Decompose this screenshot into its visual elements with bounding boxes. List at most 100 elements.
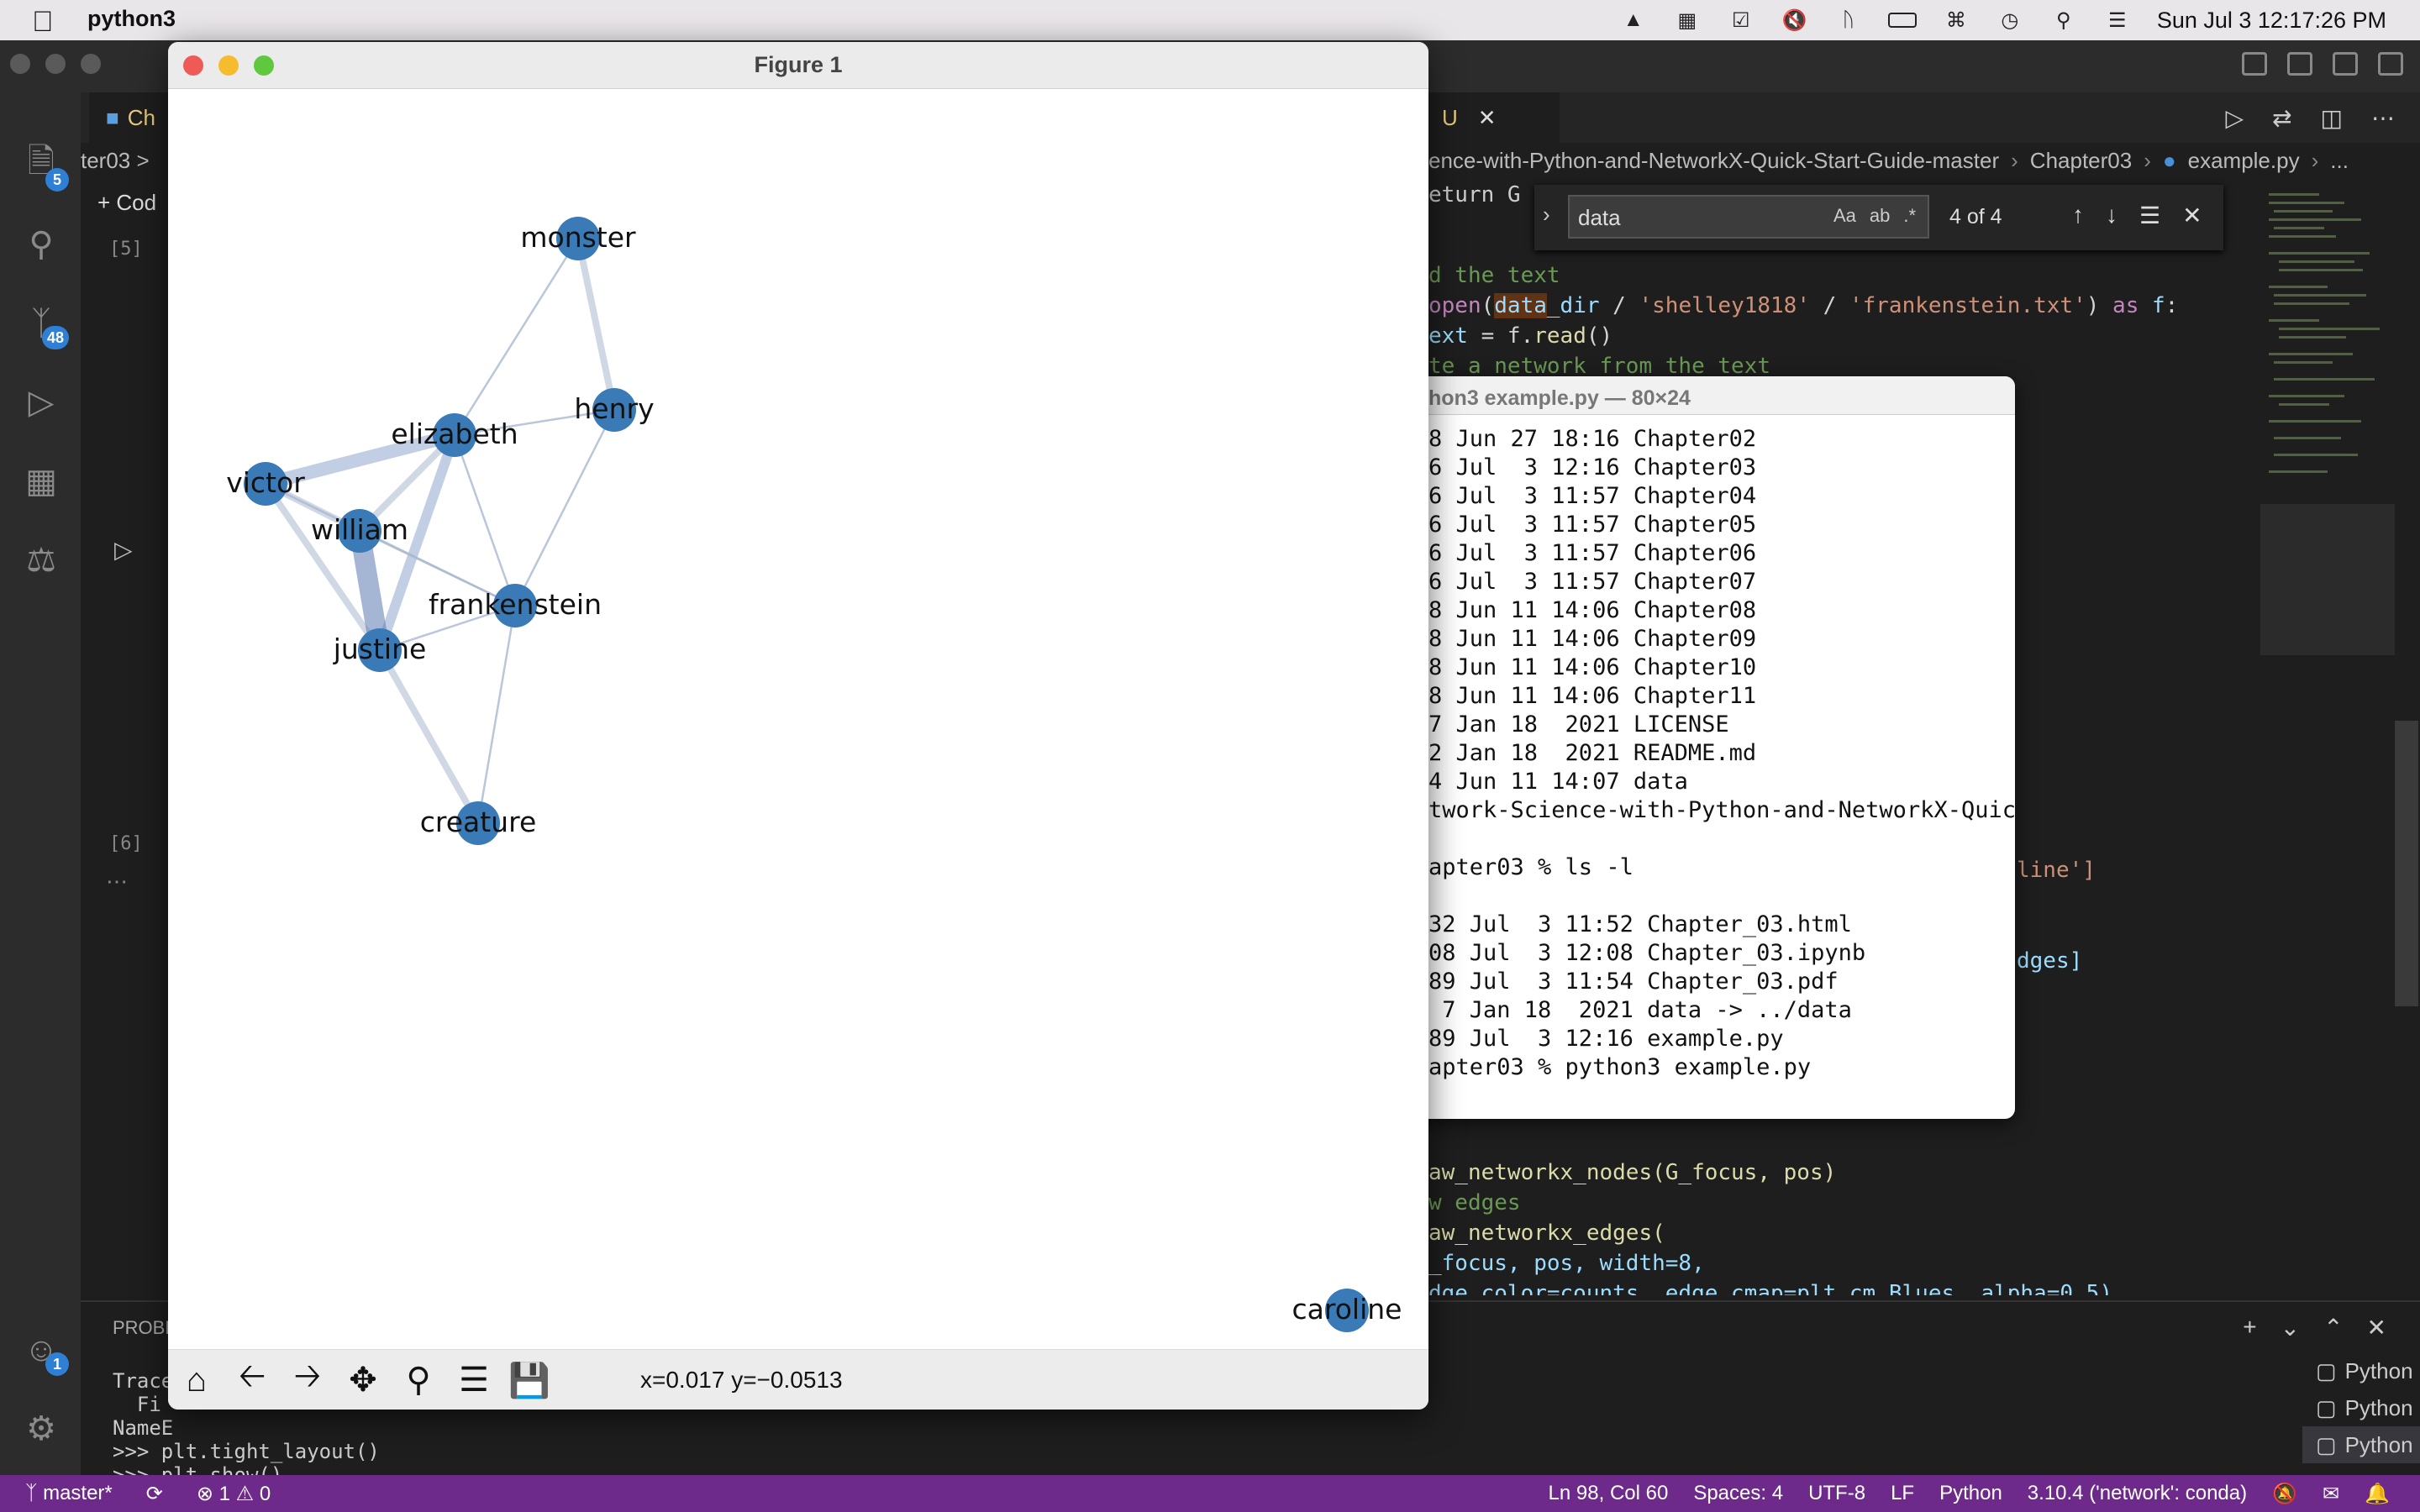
zoom-magnifier-icon[interactable]: ⚲ <box>395 1357 442 1404</box>
code-line[interactable]: ext = f.read() <box>1428 321 1612 351</box>
feedback-icon[interactable]: ✉ <box>2323 1482 2339 1506</box>
extensions-icon[interactable]: ▦ <box>20 460 62 502</box>
toggle-sidebar-icon[interactable] <box>2242 52 2267 76</box>
network-graph-canvas[interactable]: monster henry elizabeth victorwilliam franke… <box>168 89 1428 1391</box>
bell-icon[interactable]: 🔔 <box>2365 1482 2390 1506</box>
terminal-line: 7 Jan 18 2021 data -> ../data <box>1428 997 1852 1023</box>
indentation[interactable]: Spaces: 4 <box>1693 1482 1783 1506</box>
cursor-position[interactable]: Ln 98, Col 60 <box>1549 1482 1669 1506</box>
app-name-menu[interactable]: python3 <box>87 6 176 32</box>
new-terminal-icon[interactable]: + <box>2243 1314 2256 1341</box>
code-line[interactable]: dge_color=counts, edge_cmap=plt.cm.Blues… <box>1428 1278 2112 1295</box>
split-editor-icon[interactable]: ◫ <box>2321 104 2343 132</box>
terminal-tab[interactable]: ▢ Python Nat... <box>2302 1389 2420 1426</box>
minimap[interactable] <box>2260 185 2395 655</box>
find-in-selection-icon[interactable]: ☰ <box>2139 202 2160 229</box>
panel-tab-problems[interactable]: PROBL <box>113 1317 176 1339</box>
match-case-toggle[interactable]: Aa <box>1833 205 1856 227</box>
tab-chapter-notebook[interactable]: ■ Ch <box>89 92 176 143</box>
language-mode[interactable]: Python <box>1939 1482 2002 1506</box>
notifications-muted-icon[interactable]: 🔕 <box>2272 1482 2297 1506</box>
minimize-dot-icon[interactable] <box>45 54 66 74</box>
wifi-icon[interactable]: ⌘ <box>1942 8 1970 33</box>
testing-icon[interactable]: ⚖ <box>20 539 62 581</box>
match-whole-word-toggle[interactable]: ab <box>1870 205 1890 227</box>
customize-layout-icon[interactable] <box>2378 52 2403 76</box>
mute-icon[interactable]: 🔇 <box>1781 8 1809 33</box>
time-machine-icon[interactable]: ◷ <box>1996 8 2024 33</box>
source-control-icon[interactable]: ᛉ 48 <box>20 302 69 349</box>
add-code-cell-button[interactable]: + Cod <box>97 190 156 216</box>
toggle-replace-icon[interactable]: › <box>1543 202 1550 228</box>
more-cell-icon[interactable]: ⋯ <box>106 869 128 895</box>
end-of-line[interactable]: LF <box>1891 1482 1914 1506</box>
close-panel-icon[interactable]: ✕ <box>2367 1314 2386 1341</box>
breadcrumb-folder[interactable]: Chapter03 <box>2030 148 2132 174</box>
explorer-icon[interactable]: 🗎 5 <box>20 143 69 192</box>
sync-icon[interactable]: ⟳ <box>146 1482 163 1506</box>
toggle-secondary-sidebar-icon[interactable] <box>2333 52 2358 76</box>
bluetooth-icon[interactable]: ᚢ <box>1834 8 1863 33</box>
search-icon[interactable]: ⚲ <box>20 223 62 265</box>
back-arrow-icon[interactable]: 🡠 <box>229 1357 276 1404</box>
spotlight-search-icon[interactable]: ⚲ <box>2049 8 2078 33</box>
manage-gear-icon[interactable]: ⚙ <box>20 1408 62 1450</box>
checkbox-app-icon[interactable]: ☑ <box>1727 8 1755 33</box>
control-center-icon[interactable]: ☰ <box>2103 8 2132 33</box>
breadcrumb-repo[interactable]: ence-with-Python-and-NetworkX-Quick-Star… <box>1428 148 1999 174</box>
terminal-content[interactable]: 8 Jun 27 18:16 Chapter02 6 Jul 3 12:16 Ch… <box>1428 425 2015 1082</box>
run-file-icon[interactable]: ▷ <box>2226 104 2244 132</box>
terminal-tab-active[interactable]: ▢ Python Nat... <box>2302 1426 2420 1463</box>
breadcrumb-file[interactable]: example.py <box>2188 148 2300 174</box>
code-line[interactable]: aw_networkx_nodes(G_focus, pos) <box>1428 1158 1836 1188</box>
run-debug-icon[interactable]: ▷ <box>20 381 62 423</box>
close-tab-icon[interactable]: ✕ <box>1478 105 1497 131</box>
graph-node-label: victor <box>226 466 305 499</box>
terminal-window[interactable]: hon3 example.py — 80×24 8 Jun 27 18:16 C… <box>1395 376 2015 1119</box>
encoding[interactable]: UTF-8 <box>1808 1482 1865 1506</box>
terminal-tab[interactable]: ▢ Python Nat... <box>2302 1352 2420 1389</box>
account-icon[interactable]: ☺ 1 <box>20 1329 69 1376</box>
tab-example-py[interactable]: U ✕ <box>1425 92 1560 143</box>
compare-changes-icon[interactable]: ⇄ <box>2272 104 2291 132</box>
code-line[interactable]: open(data_dir / 'shelley1818' / 'franken… <box>1428 291 2178 321</box>
terminal-titlebar[interactable]: hon3 example.py — 80×24 <box>1395 376 2015 415</box>
more-actions-icon[interactable]: ⋯ <box>2371 104 2395 132</box>
battery-icon[interactable] <box>1887 8 1917 33</box>
home-icon[interactable]: ⌂ <box>173 1357 220 1404</box>
next-match-icon[interactable]: ↓ <box>2106 202 2118 229</box>
editor-scrollbar[interactable] <box>2395 721 2418 1006</box>
python-interpreter[interactable]: 3.10.4 ('network': conda) <box>2028 1482 2247 1506</box>
close-dot-icon[interactable] <box>10 54 30 74</box>
save-figure-icon[interactable]: 💾 <box>506 1357 553 1404</box>
close-find-icon[interactable]: ✕ <box>2182 202 2202 229</box>
terminal-dropdown-icon[interactable]: ⌄ <box>2281 1314 2300 1341</box>
use-regex-toggle[interactable]: .* <box>1903 205 1916 227</box>
code-line[interactable]: _focus, pos, width=8, <box>1428 1248 1705 1278</box>
toggle-panel-icon[interactable] <box>2287 52 2312 76</box>
drive-icon[interactable]: ▲ <box>1619 8 1648 33</box>
run-cell-icon[interactable]: ▷ <box>114 536 133 564</box>
code-line[interactable]: d the text <box>1428 260 1560 291</box>
window-manager-icon[interactable]: ▦ <box>1673 8 1702 33</box>
zoom-dot-icon[interactable] <box>81 54 101 74</box>
figure-titlebar[interactable]: Figure 1 <box>168 42 1428 89</box>
code-fragment[interactable]: line'] <box>2017 855 2096 885</box>
pan-move-icon[interactable]: ✥ <box>339 1357 387 1404</box>
menubar-clock[interactable]: Sun Jul 3 12:17:26 PM <box>2157 8 2386 34</box>
graph-nodes: monster henry elizabeth victorwilliam franke… <box>226 217 1402 1332</box>
problems-item[interactable]: ⊗ 1 ⚠ 0 <box>197 1482 271 1506</box>
breadcrumb-left[interactable]: ter03 > <box>81 148 150 174</box>
code-fragment[interactable]: dges] <box>2017 946 2082 976</box>
terminal-line: 89 Jul 3 12:16 example.py <box>1428 1026 1784 1052</box>
git-branch-item[interactable]: ᛉ master* <box>25 1482 113 1506</box>
maximize-panel-icon[interactable]: ⌃ <box>2323 1314 2343 1341</box>
previous-match-icon[interactable]: ↑ <box>2072 202 2084 229</box>
apple-menu-icon[interactable]:  <box>32 6 54 39</box>
forward-arrow-icon[interactable]: 🡢 <box>284 1357 331 1404</box>
breadcrumb-symbol[interactable]: ... <box>2330 148 2349 174</box>
code-line[interactable]: aw_networkx_edges( <box>1428 1218 1665 1248</box>
code-line[interactable]: eturn G <box>1428 180 1521 210</box>
code-line[interactable]: w edges <box>1428 1188 1521 1218</box>
configure-subplots-icon[interactable]: ☰ <box>450 1357 497 1404</box>
